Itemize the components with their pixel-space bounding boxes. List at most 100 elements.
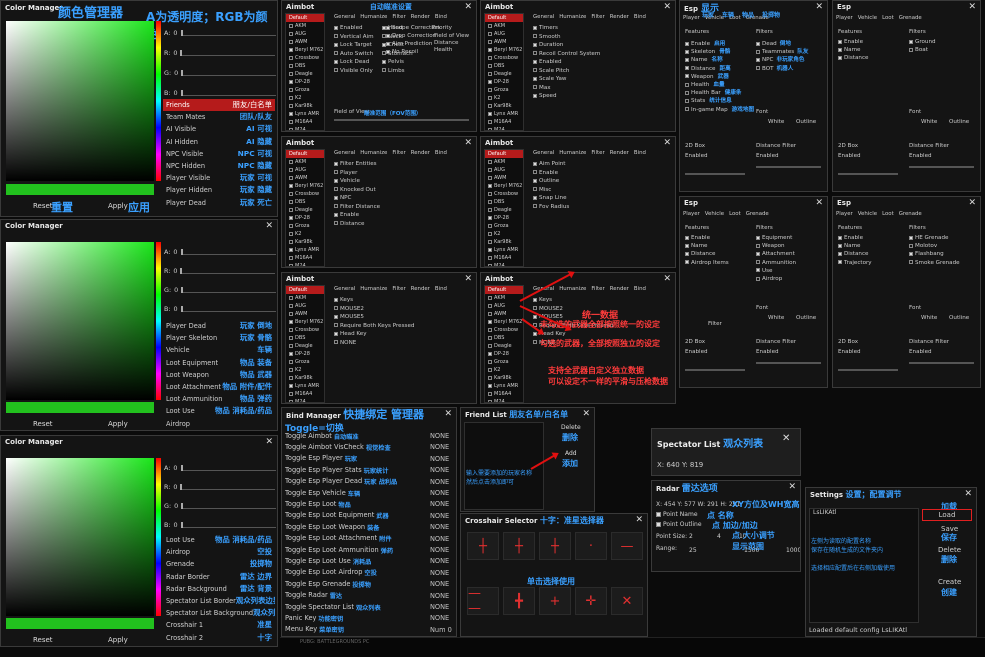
feature-checkbox[interactable] <box>685 82 689 87</box>
aimbot-option[interactable]: Filter Distance <box>334 204 380 210</box>
add-button[interactable]: Add <box>565 450 577 457</box>
weapon-checkbox[interactable] <box>289 215 293 220</box>
aimbot-option[interactable]: MOUSE5 <box>334 314 364 320</box>
color-target-item[interactable]: Airdrop <box>163 418 275 429</box>
bind-key-value[interactable]: NONE <box>430 455 456 463</box>
feature-checkbox[interactable] <box>685 66 689 71</box>
weapon-list[interactable]: Default AKM AUG AWM Beryl M762 Crossbow DBS Dea… <box>484 285 524 403</box>
weapon-checkbox[interactable] <box>488 23 492 28</box>
weapon-item[interactable]: DBS <box>286 62 324 70</box>
weapon-checkbox[interactable] <box>488 295 492 300</box>
weapon-item[interactable]: DBS <box>485 334 523 342</box>
font-outline[interactable]: Outline <box>796 315 816 321</box>
bind-row[interactable]: Toggle Esp Player Dead 玩家 战利品 NONE <box>285 476 456 488</box>
bind-row[interactable]: Toggle Esp Loot 物品 NONE <box>285 498 456 510</box>
weapon-item[interactable]: M24 <box>286 126 324 130</box>
weapon-checkbox[interactable] <box>488 239 492 244</box>
aimbot-option[interactable]: Pelvis <box>382 59 404 65</box>
weapon-checkbox[interactable] <box>289 231 293 236</box>
weapon-checkbox[interactable] <box>488 351 492 356</box>
close-icon[interactable]: ✕ <box>582 409 590 419</box>
weapon-item[interactable]: M24 <box>485 398 523 402</box>
weapon-item[interactable]: Crossbow <box>485 54 523 62</box>
option-checkbox[interactable] <box>334 297 338 302</box>
weapon-item[interactable]: Default <box>286 150 324 158</box>
load-button[interactable]: Load <box>922 509 972 521</box>
bind-key-value[interactable]: NONE <box>430 603 456 611</box>
weapon-item[interactable]: M16A4 <box>485 390 523 398</box>
weapon-list[interactable]: Default AKM AUG AWM Beryl M762 Crossbow DBS Dea… <box>484 13 524 131</box>
aimbot-option[interactable]: Vertical Aim <box>334 34 374 40</box>
aimbot-option[interactable]: No Recoil <box>386 49 418 55</box>
filter-option[interactable]: Flashbang <box>909 251 944 257</box>
tab-loot[interactable]: Loot <box>729 211 741 217</box>
distance-filter-enabled[interactable]: Enabled <box>909 153 932 159</box>
feature-checkbox[interactable] <box>838 243 842 248</box>
weapon-checkbox[interactable] <box>289 239 293 244</box>
box-enabled[interactable]: Enabled <box>838 153 861 159</box>
weapon-item[interactable]: M16A4 <box>485 118 523 126</box>
apply-button[interactable]: Apply <box>108 202 128 210</box>
weapon-item[interactable]: Crossbow <box>286 190 324 198</box>
weapon-item[interactable]: Lynx AMR <box>286 382 324 390</box>
tab-render[interactable]: Render <box>411 150 430 156</box>
weapon-item[interactable]: Groza <box>485 86 523 94</box>
font-color[interactable]: White <box>768 315 784 321</box>
color-picker-area[interactable] <box>6 21 154 181</box>
weapon-checkbox[interactable] <box>488 167 492 172</box>
weapon-item[interactable]: M16A4 <box>485 254 523 262</box>
option-checkbox[interactable] <box>334 25 338 30</box>
option-checkbox[interactable] <box>533 42 537 47</box>
tab-filter[interactable]: Filter <box>392 14 405 20</box>
weapon-checkbox[interactable] <box>488 359 492 364</box>
crosshair-option[interactable]: ┼ <box>539 532 571 560</box>
weapon-item[interactable]: Default <box>286 286 324 294</box>
bind-row[interactable]: Toggle Esp Player 玩家 NONE <box>285 453 456 465</box>
weapon-item[interactable]: AWM <box>485 310 523 318</box>
option-checkbox[interactable] <box>334 170 338 174</box>
weapon-item[interactable]: Kar98k <box>286 102 324 110</box>
tab-humanize[interactable]: Humanize <box>559 286 586 292</box>
option-checkbox[interactable] <box>533 34 537 38</box>
option-checkbox[interactable] <box>334 340 338 344</box>
aimbot-option[interactable]: Lock Target <box>334 42 372 48</box>
aimbot-option[interactable]: Enable <box>334 212 359 218</box>
config-item[interactable]: LsLIKAtl <box>810 509 918 518</box>
close-icon[interactable]: ✕ <box>968 2 976 12</box>
bind-key-value[interactable]: NONE <box>430 557 456 565</box>
weapon-item[interactable]: AUG <box>286 302 324 310</box>
weapon-checkbox[interactable] <box>488 319 492 324</box>
bind-row[interactable]: Toggle Esp Loot Attachment 附件 NONE <box>285 533 456 545</box>
priority-option[interactable]: Health <box>434 47 452 53</box>
weapon-checkbox[interactable] <box>289 79 293 84</box>
weapon-checkbox[interactable] <box>488 223 492 228</box>
weapon-item[interactable]: Lynx AMR <box>286 246 324 254</box>
option-checkbox[interactable] <box>386 41 390 46</box>
weapon-checkbox[interactable] <box>289 399 293 402</box>
feature-option[interactable]: Weapon 武器 <box>685 72 729 80</box>
aimbot-option[interactable]: Speed <box>533 93 557 99</box>
crosshair-option[interactable]: — — <box>467 586 499 616</box>
feature-checkbox[interactable] <box>685 90 689 95</box>
close-icon[interactable]: ✕ <box>265 221 273 231</box>
weapon-item[interactable]: M16A4 <box>286 254 324 262</box>
bind-row[interactable]: Toggle Aimbot VisCheck 视觉检查 NONE <box>285 441 456 453</box>
bind-key-value[interactable]: NONE <box>430 592 456 600</box>
reset-button[interactable]: Reset <box>33 636 53 644</box>
weapon-item[interactable]: Crossbow <box>286 326 324 334</box>
box-slider[interactable] <box>838 173 898 175</box>
feature-checkbox[interactable] <box>838 260 842 265</box>
weapon-list[interactable]: Default AKM AUG AWM Beryl M762 Crossbow DBS Dea… <box>285 149 325 267</box>
color-target-item[interactable]: Loot Use 物品 消耗品/药品 <box>163 405 275 417</box>
crosshair-option[interactable]: ✛ <box>575 587 607 615</box>
box-slider[interactable] <box>685 369 745 371</box>
color-target-item[interactable]: Crosshair 1 准星 <box>163 619 275 631</box>
feature-option[interactable]: Skeleton 骨骼 <box>685 47 730 55</box>
weapon-item[interactable]: AWM <box>286 310 324 318</box>
tab-player[interactable]: Player <box>683 15 700 21</box>
aimbot-option[interactable]: Timers <box>533 25 558 31</box>
tab-render[interactable]: Render <box>411 14 430 20</box>
filter-option[interactable]: Ammunition <box>756 260 796 266</box>
bind-key-value[interactable]: NONE <box>430 466 456 474</box>
weapon-checkbox[interactable] <box>289 295 293 300</box>
